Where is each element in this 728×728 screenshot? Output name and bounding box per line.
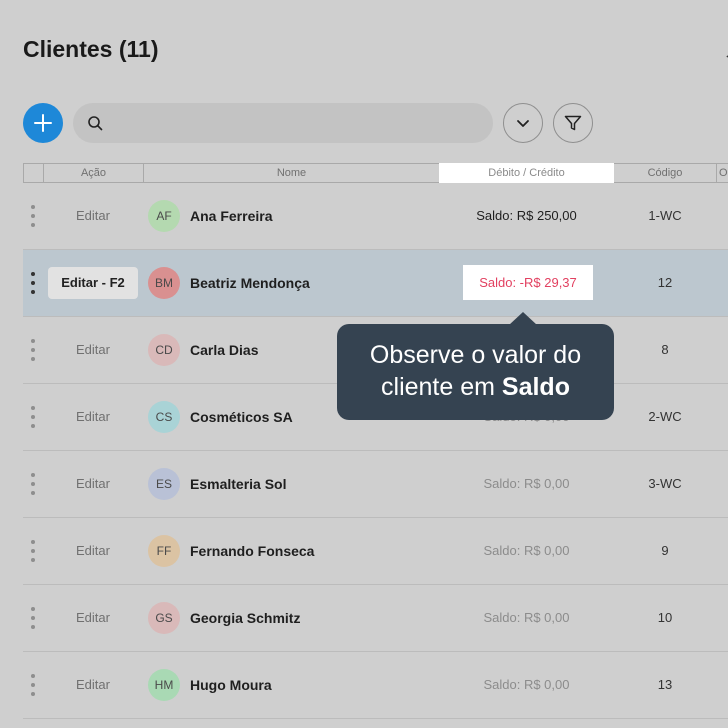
table-header: Ação Nome Débito / Crédito Código O — [23, 163, 728, 183]
table-row[interactable]: Editar AF Ana Ferreira Saldo: R$ 250,00 … — [23, 183, 728, 250]
kebab-menu-icon[interactable] — [28, 473, 38, 495]
avatar: FF — [148, 535, 180, 567]
onboarding-tooltip: Observe o valor do cliente em Saldo — [337, 324, 614, 420]
tooltip-line-2-text: cliente em — [381, 373, 502, 401]
balance-value: Saldo: R$ 0,00 — [483, 476, 570, 491]
client-code: 10 — [657, 610, 673, 625]
back-arrow-icon[interactable]: ← — [722, 40, 728, 66]
column-header-codigo[interactable]: Código — [614, 164, 716, 182]
balance-value-highlighted: Saldo: -R$ 29,37 — [463, 265, 593, 300]
tooltip-line-1: Observe o valor do — [369, 341, 582, 369]
balance-value: Saldo: R$ 0,00 — [483, 543, 570, 558]
balance-value: Saldo: R$ 250,00 — [476, 208, 577, 223]
filter-icon — [564, 115, 582, 131]
client-name: Ana Ferreira — [190, 208, 273, 224]
search-icon — [88, 116, 103, 131]
kebab-menu-icon[interactable] — [28, 674, 38, 696]
page-title: Clientes (11) — [23, 36, 159, 62]
column-header-debito-credito[interactable]: Débito / Crédito — [439, 163, 614, 183]
avatar: ES — [148, 468, 180, 500]
table-row[interactable]: Editar FF Fernando Fonseca Saldo: R$ 0,0… — [23, 518, 728, 585]
plus-icon — [34, 114, 52, 132]
kebab-menu-icon[interactable] — [28, 540, 38, 562]
edit-button[interactable]: Editar — [48, 200, 138, 232]
client-code: 1-WC — [648, 208, 682, 223]
search-input[interactable] — [111, 114, 493, 132]
table-row[interactable]: Editar GS Georgia Schmitz Saldo: R$ 0,00… — [23, 585, 728, 652]
chevron-down-icon — [517, 120, 529, 127]
client-name: Fernando Fonseca — [190, 543, 315, 559]
column-header-nome[interactable]: Nome — [143, 164, 439, 182]
avatar: HM — [148, 669, 180, 701]
column-header-acao[interactable]: Ação — [43, 164, 143, 182]
kebab-menu-icon[interactable] — [28, 205, 38, 227]
client-code: 3-WC — [648, 476, 682, 491]
kebab-menu-icon[interactable] — [28, 406, 38, 428]
edit-button[interactable]: Editar — [48, 468, 138, 500]
kebab-menu-icon[interactable] — [28, 607, 38, 629]
client-code: 13 — [657, 677, 673, 692]
column-header-blank — [23, 164, 43, 182]
avatar: AF — [148, 200, 180, 232]
balance-value: Saldo: R$ 0,00 — [483, 610, 570, 625]
avatar: BM — [148, 267, 180, 299]
edit-button[interactable]: Editar — [48, 334, 138, 366]
client-name: Georgia Schmitz — [190, 610, 301, 626]
client-name: Carla Dias — [190, 342, 259, 358]
client-code: 9 — [661, 543, 669, 558]
search-bar[interactable] — [73, 103, 493, 143]
client-name: Cosméticos SA — [190, 409, 293, 425]
client-code: 2-WC — [648, 409, 682, 424]
kebab-menu-icon[interactable] — [28, 272, 38, 294]
balance-value: Saldo: R$ 0,00 — [483, 677, 570, 692]
table-row[interactable]: Editar HM Hugo Moura Saldo: R$ 0,00 13 — [23, 652, 728, 719]
filter-button[interactable] — [553, 103, 593, 143]
tooltip-line-2: cliente em Saldo — [337, 371, 614, 403]
client-code: 8 — [661, 342, 669, 357]
table-row[interactable]: Editar - F2 BM Beatriz Mendonça Saldo: -… — [23, 250, 728, 317]
avatar: CD — [148, 334, 180, 366]
client-name: Hugo Moura — [190, 677, 272, 693]
clients-table: Editar AF Ana Ferreira Saldo: R$ 250,00 … — [23, 183, 728, 719]
client-name: Esmalteria Sol — [190, 476, 287, 492]
expand-button[interactable] — [503, 103, 543, 143]
tooltip-line-2-bold: Saldo — [501, 373, 570, 401]
edit-button[interactable]: Editar — [48, 669, 138, 701]
avatar: CS — [148, 401, 180, 433]
kebab-menu-icon[interactable] — [28, 339, 38, 361]
table-row[interactable]: Editar ES Esmalteria Sol Saldo: R$ 0,00 … — [23, 451, 728, 518]
avatar: GS — [148, 602, 180, 634]
client-name: Beatriz Mendonça — [190, 275, 310, 291]
edit-button[interactable]: Editar - F2 — [48, 267, 138, 299]
edit-button[interactable]: Editar — [48, 535, 138, 567]
add-client-button[interactable] — [23, 103, 63, 143]
column-header-more[interactable]: O — [716, 164, 728, 182]
edit-button[interactable]: Editar — [48, 602, 138, 634]
edit-button[interactable]: Editar — [48, 401, 138, 433]
client-code: 12 — [657, 275, 673, 290]
